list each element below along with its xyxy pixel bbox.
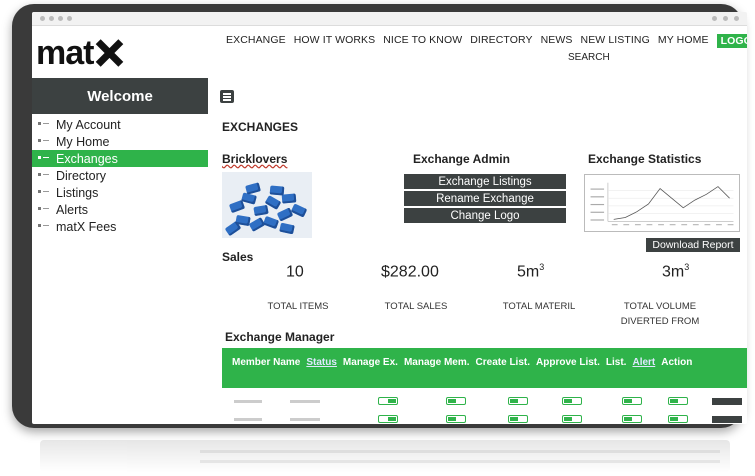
rename-exchange-button[interactable]: Rename Exchange <box>404 191 566 206</box>
nav-search[interactable]: SEARCH <box>568 52 610 63</box>
toggle-switch[interactable] <box>668 397 688 405</box>
tree-icon <box>38 173 49 178</box>
sidebar-item-label: Exchanges <box>56 151 118 166</box>
matx-logo[interactable]: mat <box>36 34 123 73</box>
exchange-manager-title: Exchange Manager <box>225 330 335 344</box>
top-navigation: EXCHANGE HOW IT WORKS NICE TO KNOW DIREC… <box>226 34 747 48</box>
total-sales-label: TOTAL SALES <box>384 301 448 312</box>
logo-text: mat <box>36 34 94 72</box>
total-items-label: TOTAL ITEMS <box>267 301 329 312</box>
page-title: EXCHANGES <box>222 120 299 134</box>
nav-directory[interactable]: DIRECTORY <box>470 34 532 48</box>
back-icon[interactable] <box>40 16 45 21</box>
toggle-switch[interactable] <box>508 415 528 423</box>
lock-icon <box>67 16 72 21</box>
browser-screen: mat EXCHANGE HOW IT WORKS NICE TO KNOW D… <box>32 12 747 424</box>
welcome-header: Welcome <box>32 78 208 114</box>
browser-address-bar[interactable] <box>32 12 747 26</box>
column-list[interactable]: List. <box>606 357 627 368</box>
toggle-switch[interactable] <box>378 397 398 405</box>
download-report-button[interactable]: Download Report <box>646 238 740 252</box>
column-approve-list[interactable]: Approve List. <box>536 357 600 368</box>
hamburger-menu-icon[interactable] <box>220 90 234 103</box>
sidebar-item-directory[interactable]: Directory <box>32 167 208 184</box>
exchange-product-image <box>222 172 312 238</box>
sidebar-item-label: Directory <box>56 168 107 183</box>
extension-icon[interactable] <box>723 16 728 21</box>
sidebar-item-listings[interactable]: Listings <box>32 184 208 201</box>
exchange-listings-button[interactable]: Exchange Listings <box>404 174 566 189</box>
tree-icon <box>38 122 49 127</box>
device-frame: mat EXCHANGE HOW IT WORKS NICE TO KNOW D… <box>12 4 747 428</box>
sidebar-item-label: Listings <box>56 185 99 200</box>
column-create-list[interactable]: Create List. <box>476 357 530 368</box>
nav-my-home[interactable]: MY HOME <box>658 34 709 48</box>
total-items-value: 10 <box>286 263 304 281</box>
sidebar-item-label: matX Fees <box>56 219 117 234</box>
table-row <box>222 412 747 424</box>
star-icon[interactable] <box>712 16 717 21</box>
toggle-switch[interactable] <box>622 415 642 423</box>
column-manage-mem[interactable]: Manage Mem. <box>404 357 470 368</box>
table-row <box>222 394 747 410</box>
column-status[interactable]: Status <box>306 357 337 368</box>
manager-table-header: Member Name Status Manage Ex. Manage Mem… <box>222 348 747 388</box>
toggle-switch[interactable] <box>562 397 582 405</box>
nav-news[interactable]: NEWS <box>541 34 573 48</box>
toggle-switch[interactable] <box>446 415 466 423</box>
total-material-label: TOTAL MATERIL <box>502 301 576 312</box>
nav-exchange[interactable]: EXCHANGE <box>226 34 286 48</box>
toggle-switch[interactable] <box>562 415 582 423</box>
remove-member-button[interactable] <box>712 416 742 423</box>
exchange-name-link[interactable]: Bricklovers <box>222 152 287 166</box>
nav-how-it-works[interactable]: HOW IT WORKS <box>294 34 376 48</box>
sales-heading: Sales <box>222 250 254 264</box>
total-sales-value: $282.00 <box>381 263 439 281</box>
toggle-switch[interactable] <box>668 415 688 423</box>
sidebar-item-alerts[interactable]: Alerts <box>32 201 208 218</box>
tree-icon <box>38 139 49 144</box>
tree-icon <box>38 224 49 229</box>
forward-icon[interactable] <box>49 16 54 21</box>
exchange-admin-title: Exchange Admin <box>413 152 510 166</box>
tree-icon <box>38 190 49 195</box>
sidebar-item-label: My Account <box>56 117 121 132</box>
remove-member-button[interactable] <box>712 398 742 405</box>
toggle-switch[interactable] <box>622 397 642 405</box>
column-alert[interactable]: Alert <box>632 357 655 368</box>
column-member-name[interactable]: Member Name <box>232 357 300 368</box>
change-logo-button[interactable]: Change Logo <box>404 208 566 223</box>
screen-reflection <box>40 440 730 472</box>
total-volume-label: TOTAL VOLUME DIVERTED FROM <box>620 301 700 327</box>
sidebar-item-label: My Home <box>56 134 110 149</box>
sidebar-item-exchanges[interactable]: Exchanges <box>32 150 208 167</box>
total-material-value: 5m3 <box>517 262 545 281</box>
tree-icon <box>38 156 49 161</box>
logout-button[interactable]: LOGOUT <box>716 34 747 48</box>
nav-nice-to-know[interactable]: NICE TO KNOW <box>383 34 462 48</box>
statistics-line-chart <box>584 174 740 232</box>
tree-icon <box>38 207 49 212</box>
sidebar-item-my-home[interactable]: My Home <box>32 133 208 150</box>
column-manage-ex[interactable]: Manage Ex. <box>343 357 398 368</box>
toggle-switch[interactable] <box>378 415 398 423</box>
toggle-switch[interactable] <box>446 397 466 405</box>
sidebar-item-matx-fees[interactable]: matX Fees <box>32 218 208 235</box>
sidebar-item-label: Alerts <box>56 202 88 217</box>
toggle-switch[interactable] <box>508 397 528 405</box>
exchange-statistics-title: Exchange Statistics <box>588 152 702 166</box>
logo-x-icon <box>95 39 123 67</box>
menu-icon[interactable] <box>734 16 739 21</box>
reload-icon[interactable] <box>58 16 63 21</box>
sidebar-item-my-account[interactable]: My Account <box>32 116 208 133</box>
sidebar: My Account My Home Exchanges Directory L… <box>32 116 208 235</box>
total-volume-value: 3m3 <box>662 262 690 281</box>
column-action[interactable]: Action <box>661 357 692 368</box>
nav-new-listing[interactable]: NEW LISTING <box>581 34 650 48</box>
